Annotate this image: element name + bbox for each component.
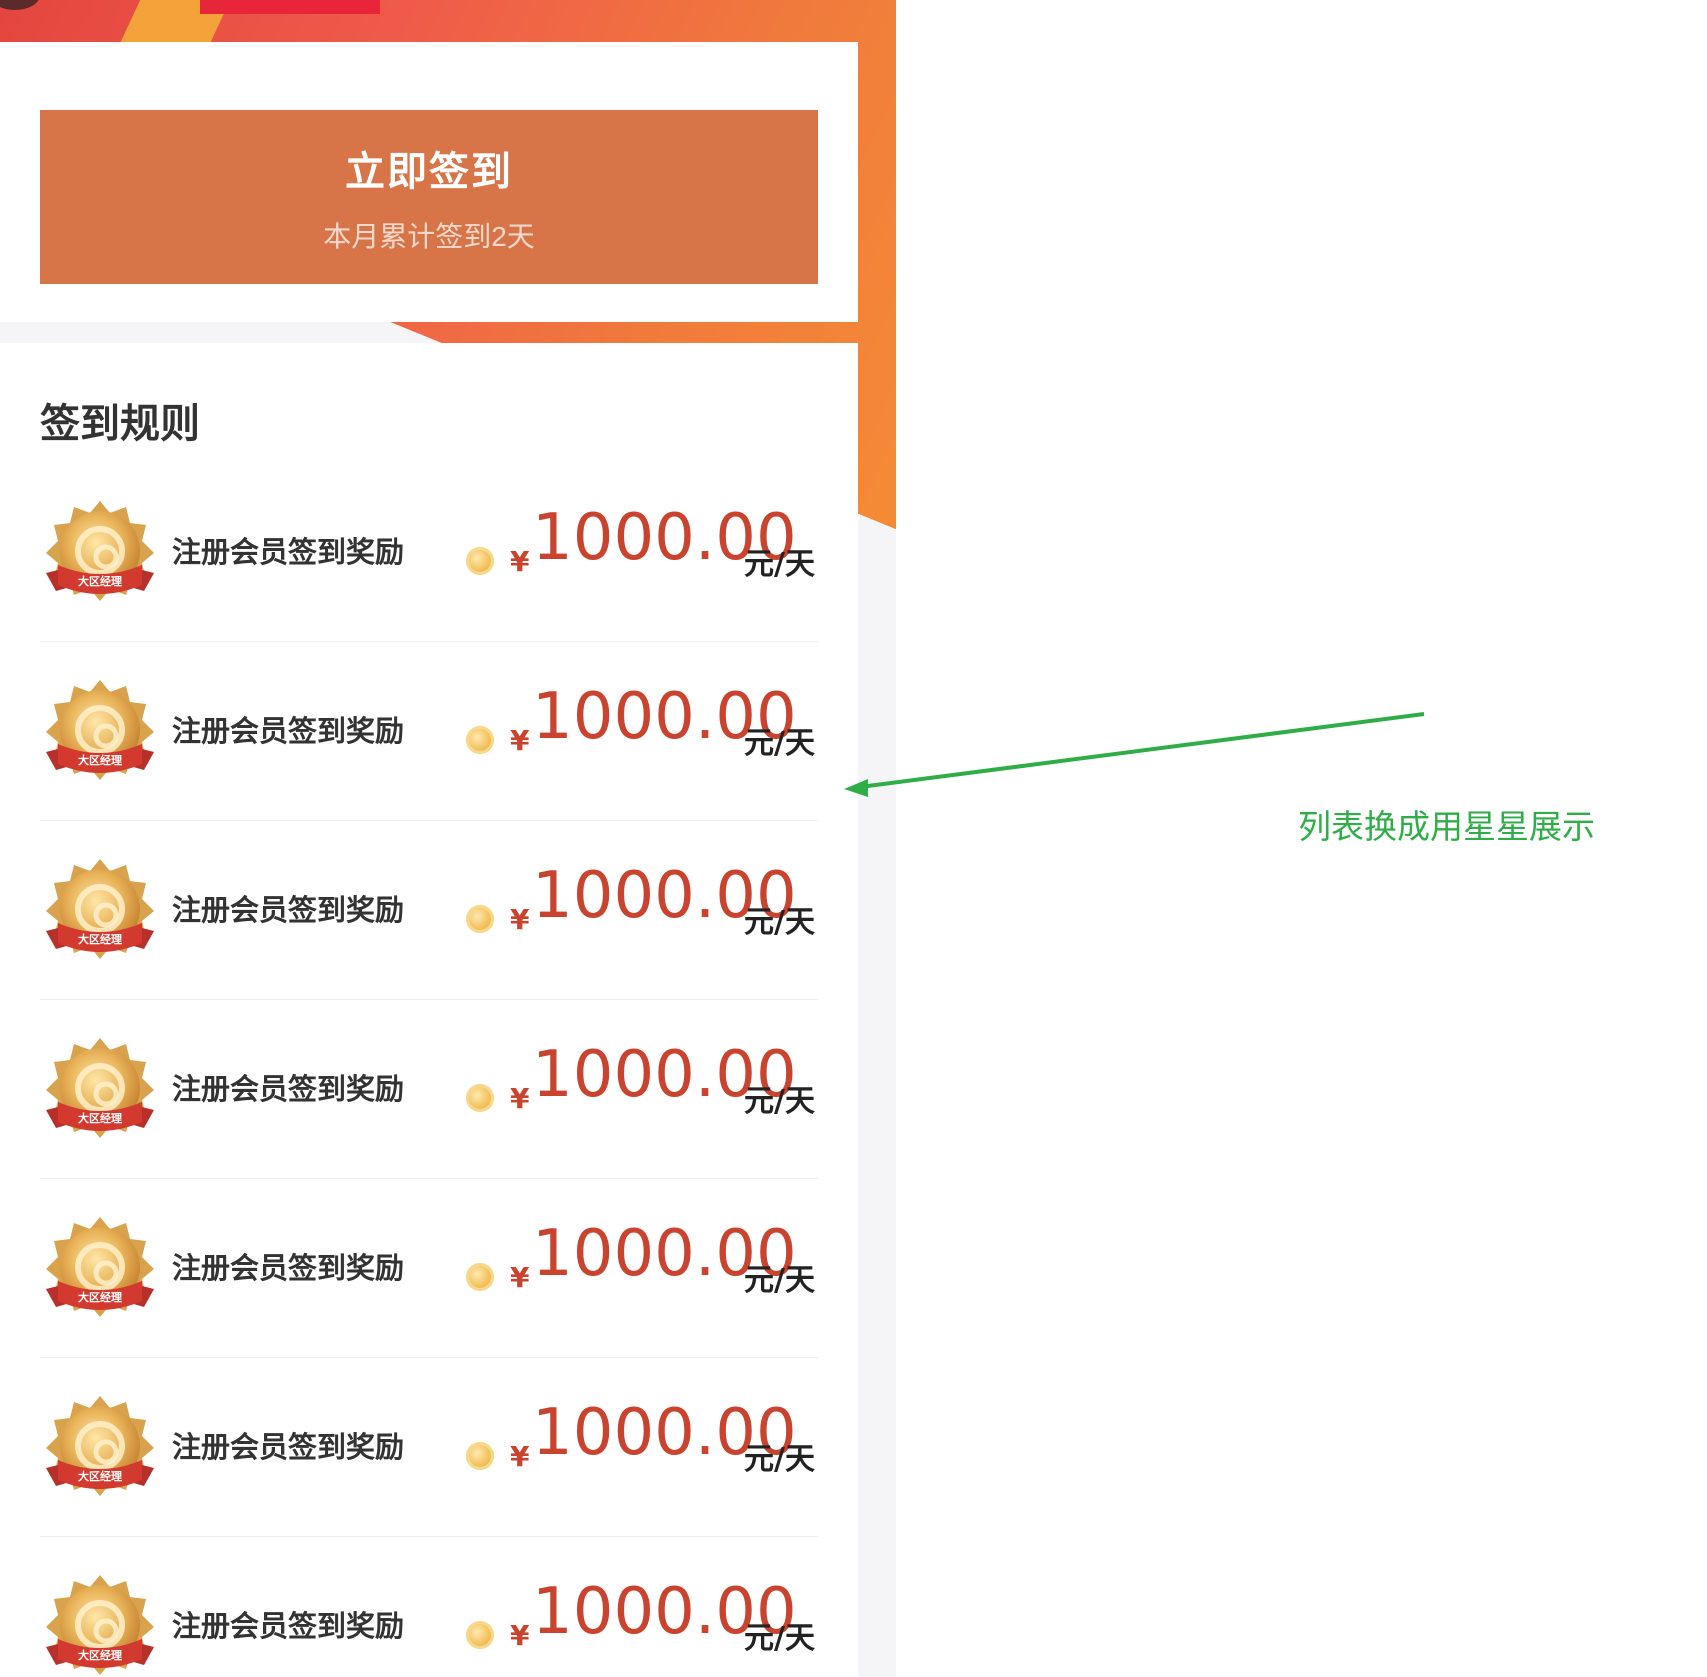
annotation-note: 列表换成用星星展示 [1298,807,1595,846]
